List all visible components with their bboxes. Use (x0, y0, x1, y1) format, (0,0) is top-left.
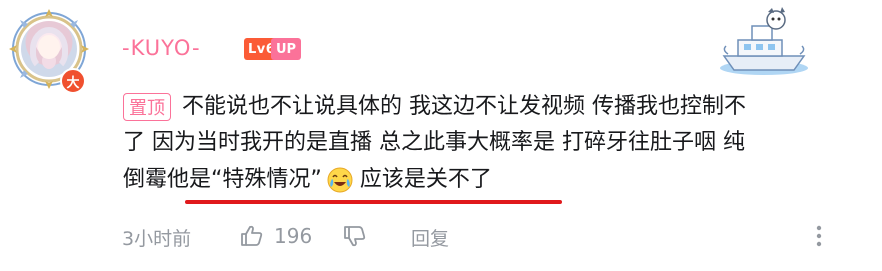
ship-decoration-icon (720, 7, 808, 75)
timestamp: 3小时前 (122, 228, 192, 250)
more-options-button[interactable] (806, 222, 832, 250)
like-button[interactable]: 196 (240, 222, 312, 250)
comment-text-segment: 应该是关不了 (359, 167, 492, 192)
avatar-badge: 大 (60, 68, 86, 94)
comment-text-line-2: 了 因为当时我开的是直播 总之此事大概率是 打碎牙往肚子咽 纯 (123, 130, 745, 155)
comment-text-line-1: 不能说也不让说具体的 我这边不让发视频 传播我也控制不 (182, 94, 746, 119)
thumbs-down-icon (344, 226, 366, 247)
comment-text-line-3: 倒霉 他是“特殊情况” 应该是关不了 (123, 165, 492, 195)
dislike-button[interactable] (343, 222, 369, 250)
more-vertical-icon (816, 225, 822, 247)
like-count: 196 (274, 224, 313, 248)
pinned-tag: 置顶 (123, 93, 171, 121)
highlighted-text: 他是“特殊情况” (167, 167, 322, 192)
thumbs-up-icon (241, 225, 263, 246)
avatar-face (38, 35, 60, 59)
username[interactable]: -KUYO- (122, 36, 201, 60)
comment-text-segment: 倒霉 (123, 167, 168, 192)
up-badge: UP (271, 38, 302, 60)
avatar[interactable]: 大 (8, 8, 90, 94)
red-underline-annotation (185, 200, 562, 204)
comment-footer: 3小时前 196 回复 (0, 222, 882, 252)
reply-button[interactable]: 回复 (411, 224, 449, 251)
laugh-cry-emoji-icon (327, 167, 353, 193)
